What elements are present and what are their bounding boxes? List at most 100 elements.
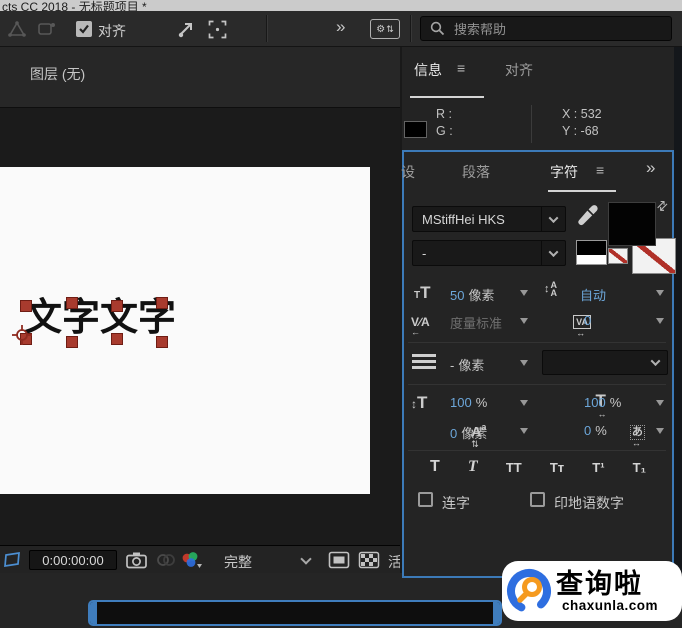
toolbar: 对齐 » ⚙⇅ 搜索帮助 [0,11,682,47]
chevron-down-icon [541,241,565,265]
layer-tab[interactable]: 图层 (无) [30,64,85,84]
dropdown-arrow-icon[interactable] [520,290,528,296]
selection-handle[interactable] [20,300,32,312]
selection-handle[interactable] [156,336,168,348]
resolution-chevron-icon[interactable] [300,553,311,564]
tab-effects-partial[interactable]: 设 [401,162,415,182]
fill-color-swatch[interactable] [608,202,656,246]
show-channel-rgb-icon[interactable] [181,551,203,569]
leading-value[interactable]: 自动 [580,285,606,304]
toolbar-divider [266,15,267,42]
dropdown-arrow-icon[interactable] [656,318,664,324]
tab-align[interactable]: 对齐 [505,60,533,80]
panel-menu-icon[interactable]: ≡ [457,60,465,76]
font-size-value[interactable]: 50像素 [450,285,494,304]
all-caps-button[interactable]: TT [506,460,522,475]
after-effects-window: cts CC 2018 - 无标题项目 * 对齐 » ⚙⇅ [0,0,682,628]
dropdown-arrow-icon[interactable] [520,318,528,324]
window-title: cts CC 2018 - 无标题项目 * [2,0,147,11]
selection-handle[interactable] [66,336,78,348]
toolbar-overflow-chevron[interactable]: » [336,17,344,37]
y-coordinate: Y : -68 [562,124,599,138]
default-black-white-swatch[interactable] [576,240,607,265]
work-area-end-handle[interactable] [493,602,500,624]
stroke-width-value[interactable]: -像素 [450,355,484,374]
dropdown-arrow-icon[interactable] [656,290,664,296]
free-transform-brackets-icon[interactable] [208,20,227,39]
watermark-title: 查询啦 [556,570,658,599]
gear-icon: ⚙ [376,24,385,35]
font-style-dropdown[interactable]: - [412,240,566,266]
panel-menu-icon[interactable]: ≡ [596,162,604,178]
composition-viewport[interactable]: 文字文字 [0,108,400,545]
dropdown-arrow-icon[interactable] [520,400,528,406]
vertical-scale-value[interactable]: 100% [450,395,487,410]
dropdown-arrow-icon[interactable] [656,428,664,434]
small-caps-button[interactable]: Tᴛ [550,460,564,475]
stroke-type-dropdown[interactable] [542,350,668,375]
mask-shape-tool-icon[interactable] [36,20,58,38]
superscript-button[interactable]: T¹ [592,460,604,475]
dropdown-arrow-icon[interactable] [520,360,528,366]
work-area-start-handle[interactable] [90,602,97,624]
snap-align-checkbox[interactable] [76,21,92,37]
tracking-value[interactable]: 0 [584,313,591,328]
horizontal-scale-value[interactable]: 100% [584,395,621,410]
dropdown-arrow-icon[interactable] [520,428,528,434]
panel-divider [408,342,666,343]
no-fill-mini-swatch[interactable] [608,248,628,264]
panel-overflow-chevron[interactable]: » [646,158,654,178]
toolbar-divider [410,15,411,42]
puppet-pin-tool-icon[interactable] [176,20,198,39]
stroke-width-icon [412,351,436,372]
search-icon [430,21,445,36]
font-family-value: MStiffHei HKS [413,212,541,227]
ligatures-checkbox[interactable] [418,492,433,507]
dropdown-arrow-icon[interactable] [656,400,664,406]
anchor-point-icon[interactable] [11,324,33,346]
kerning-value[interactable]: 度量标准 [450,313,502,332]
fast-preview-monitor-icon[interactable] [328,551,350,569]
selection-handle[interactable] [66,297,78,309]
timecode-field[interactable]: 0:00:00:00 [29,550,117,570]
color-sample-swatch [404,121,427,138]
eyedropper-icon[interactable] [576,204,600,232]
composition-canvas[interactable]: 文字文字 [0,167,370,494]
region-of-interest-icon[interactable] [3,550,23,570]
faux-italic-button[interactable]: T [468,458,478,476]
check-icon [78,23,90,35]
window-edge-strip [674,47,682,578]
tab-paragraph[interactable]: 段落 [462,162,490,182]
info-panel: 信息 ≡ 对齐 R : G : X : 532 Y : -68 [402,47,674,150]
mask-vertex-tool-icon[interactable] [6,20,28,38]
chevron-down-icon [541,207,565,231]
panel-divider [408,384,666,385]
vertical-scale-icon: ↕T [411,393,427,413]
transparency-grid-icon[interactable] [358,551,380,569]
resolution-dropdown[interactable]: 完整 [224,552,252,572]
font-family-dropdown[interactable]: MStiffHei HKS [412,206,566,232]
green-label: G : [436,124,453,138]
tab-character[interactable]: 字符 [550,162,578,182]
viewer-statusbar: 0:00:00:00 完整 活 [0,545,400,573]
layer-panel-header: 图层 (无) [0,47,400,108]
selection-handle[interactable] [111,333,123,345]
hindi-digits-checkbox[interactable] [530,492,545,507]
subscript-button[interactable]: T₁ [633,460,646,475]
sync-settings-button[interactable]: ⚙⇅ [370,19,400,39]
chevron-down-icon [643,351,667,374]
snapshot-camera-icon[interactable] [126,551,148,569]
view-dropdown-partial[interactable]: 活 [388,552,400,572]
tsume-value[interactable]: 0% [584,423,607,438]
faux-bold-button[interactable]: T [430,458,440,476]
titlebar: cts CC 2018 - 无标题项目 * [0,0,682,11]
work-area-bar[interactable] [88,600,502,626]
text-layer[interactable]: 文字文字 [24,298,176,338]
tab-info[interactable]: 信息 [414,60,442,80]
baseline-shift-value[interactable]: 0像素 [450,423,487,442]
show-snapshot-icon[interactable] [156,552,176,568]
help-search-input[interactable]: 搜索帮助 [420,16,672,41]
selection-handle[interactable] [111,300,123,312]
selection-handle[interactable] [156,297,168,309]
search-placeholder: 搜索帮助 [454,19,506,38]
